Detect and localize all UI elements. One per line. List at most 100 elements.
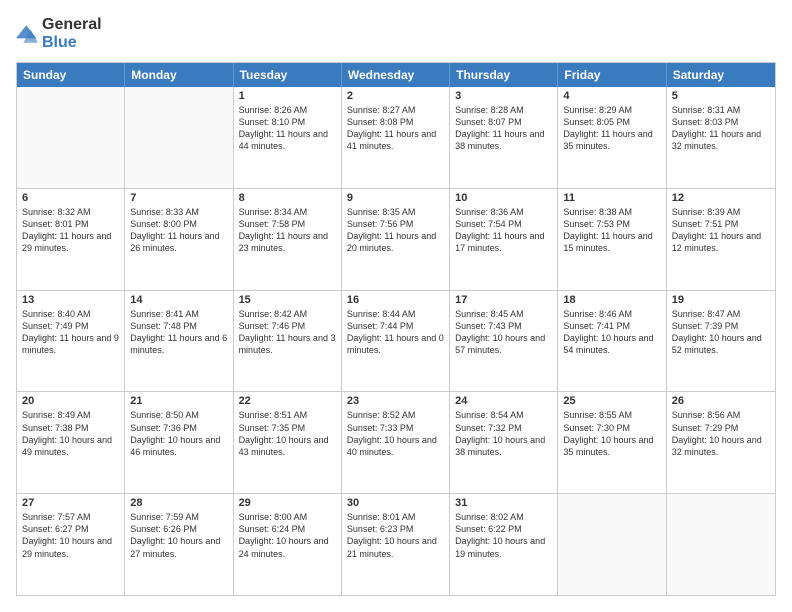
- calendar-header-row: SundayMondayTuesdayWednesdayThursdayFrid…: [17, 63, 775, 87]
- day-info: Sunrise: 7:59 AM Sunset: 6:26 PM Dayligh…: [130, 511, 227, 560]
- calendar-cell: 31 Sunrise: 8:02 AM Sunset: 6:22 PM Dayli…: [450, 494, 558, 595]
- weekday-header: Thursday: [450, 63, 558, 87]
- calendar-row: 1 Sunrise: 8:26 AM Sunset: 8:10 PM Daylig…: [17, 87, 775, 189]
- day-number: 21: [130, 395, 227, 407]
- day-info: Sunrise: 8:34 AM Sunset: 7:58 PM Dayligh…: [239, 206, 336, 255]
- calendar-cell: 6 Sunrise: 8:32 AM Sunset: 8:01 PM Daylig…: [17, 189, 125, 290]
- day-info: Sunrise: 8:44 AM Sunset: 7:44 PM Dayligh…: [347, 308, 444, 357]
- day-info: Sunrise: 8:33 AM Sunset: 8:00 PM Dayligh…: [130, 206, 227, 255]
- day-number: 27: [22, 497, 119, 509]
- day-number: 18: [563, 294, 660, 306]
- calendar-cell: 9 Sunrise: 8:35 AM Sunset: 7:56 PM Daylig…: [342, 189, 450, 290]
- logo-text: General Blue: [42, 16, 102, 52]
- day-number: 13: [22, 294, 119, 306]
- page: General Blue SundayMondayTuesdayWednesda…: [0, 0, 792, 612]
- day-number: 6: [22, 192, 119, 204]
- day-number: 16: [347, 294, 444, 306]
- calendar-cell: 3 Sunrise: 8:28 AM Sunset: 8:07 PM Daylig…: [450, 87, 558, 188]
- day-info: Sunrise: 8:27 AM Sunset: 8:08 PM Dayligh…: [347, 104, 444, 153]
- calendar-cell: 21 Sunrise: 8:50 AM Sunset: 7:36 PM Dayli…: [125, 392, 233, 493]
- day-number: 7: [130, 192, 227, 204]
- day-info: Sunrise: 8:41 AM Sunset: 7:48 PM Dayligh…: [130, 308, 227, 357]
- day-number: 9: [347, 192, 444, 204]
- day-info: Sunrise: 8:55 AM Sunset: 7:30 PM Dayligh…: [563, 409, 660, 458]
- day-number: 1: [239, 90, 336, 102]
- calendar-body: 1 Sunrise: 8:26 AM Sunset: 8:10 PM Daylig…: [17, 87, 775, 595]
- day-info: Sunrise: 8:42 AM Sunset: 7:46 PM Dayligh…: [239, 308, 336, 357]
- day-info: Sunrise: 8:47 AM Sunset: 7:39 PM Dayligh…: [672, 308, 770, 357]
- day-info: Sunrise: 8:26 AM Sunset: 8:10 PM Dayligh…: [239, 104, 336, 153]
- calendar-row: 13 Sunrise: 8:40 AM Sunset: 7:49 PM Dayli…: [17, 291, 775, 393]
- calendar-cell: 27 Sunrise: 7:57 AM Sunset: 6:27 PM Dayli…: [17, 494, 125, 595]
- calendar-row: 27 Sunrise: 7:57 AM Sunset: 6:27 PM Dayli…: [17, 494, 775, 595]
- calendar-cell: 8 Sunrise: 8:34 AM Sunset: 7:58 PM Daylig…: [234, 189, 342, 290]
- calendar-cell: 18 Sunrise: 8:46 AM Sunset: 7:41 PM Dayli…: [558, 291, 666, 392]
- day-number: 19: [672, 294, 770, 306]
- day-number: 28: [130, 497, 227, 509]
- day-number: 30: [347, 497, 444, 509]
- calendar-cell: 2 Sunrise: 8:27 AM Sunset: 8:08 PM Daylig…: [342, 87, 450, 188]
- day-number: 17: [455, 294, 552, 306]
- calendar-cell: [125, 87, 233, 188]
- header: General Blue: [16, 16, 776, 52]
- day-number: 24: [455, 395, 552, 407]
- day-info: Sunrise: 8:02 AM Sunset: 6:22 PM Dayligh…: [455, 511, 552, 560]
- calendar-cell: [667, 494, 775, 595]
- calendar-cell: 30 Sunrise: 8:01 AM Sunset: 6:23 PM Dayli…: [342, 494, 450, 595]
- day-info: Sunrise: 8:54 AM Sunset: 7:32 PM Dayligh…: [455, 409, 552, 458]
- day-number: 22: [239, 395, 336, 407]
- day-number: 11: [563, 192, 660, 204]
- day-info: Sunrise: 8:49 AM Sunset: 7:38 PM Dayligh…: [22, 409, 119, 458]
- day-info: Sunrise: 8:46 AM Sunset: 7:41 PM Dayligh…: [563, 308, 660, 357]
- day-info: Sunrise: 8:51 AM Sunset: 7:35 PM Dayligh…: [239, 409, 336, 458]
- calendar-cell: 13 Sunrise: 8:40 AM Sunset: 7:49 PM Dayli…: [17, 291, 125, 392]
- calendar: SundayMondayTuesdayWednesdayThursdayFrid…: [16, 62, 776, 596]
- day-number: 8: [239, 192, 336, 204]
- calendar-cell: 19 Sunrise: 8:47 AM Sunset: 7:39 PM Dayli…: [667, 291, 775, 392]
- day-info: Sunrise: 8:39 AM Sunset: 7:51 PM Dayligh…: [672, 206, 770, 255]
- calendar-cell: 15 Sunrise: 8:42 AM Sunset: 7:46 PM Dayli…: [234, 291, 342, 392]
- calendar-cell: 10Sunrise: 8:36 AM Sunset: 7:54 PM Dayli…: [450, 189, 558, 290]
- day-number: 23: [347, 395, 444, 407]
- day-info: Sunrise: 8:40 AM Sunset: 7:49 PM Dayligh…: [22, 308, 119, 357]
- day-number: 3: [455, 90, 552, 102]
- calendar-cell: 11Sunrise: 8:38 AM Sunset: 7:53 PM Dayli…: [558, 189, 666, 290]
- calendar-cell: 29Sunrise: 8:00 AM Sunset: 6:24 PM Dayli…: [234, 494, 342, 595]
- day-info: Sunrise: 8:29 AM Sunset: 8:05 PM Dayligh…: [563, 104, 660, 153]
- calendar-cell: 7 Sunrise: 8:33 AM Sunset: 8:00 PM Daylig…: [125, 189, 233, 290]
- calendar-cell: 24 Sunrise: 8:54 AM Sunset: 7:32 PM Dayli…: [450, 392, 558, 493]
- weekday-header: Sunday: [17, 63, 125, 87]
- day-number: 25: [563, 395, 660, 407]
- day-number: 2: [347, 90, 444, 102]
- day-number: 15: [239, 294, 336, 306]
- day-info: Sunrise: 8:45 AM Sunset: 7:43 PM Dayligh…: [455, 308, 552, 357]
- calendar-cell: 4 Sunrise: 8:29 AM Sunset: 8:05 PM Daylig…: [558, 87, 666, 188]
- day-info: Sunrise: 8:56 AM Sunset: 7:29 PM Dayligh…: [672, 409, 770, 458]
- day-info: Sunrise: 8:00 AM Sunset: 6:24 PM Dayligh…: [239, 511, 336, 560]
- calendar-cell: [17, 87, 125, 188]
- calendar-cell: 1 Sunrise: 8:26 AM Sunset: 8:10 PM Daylig…: [234, 87, 342, 188]
- calendar-cell: 12Sunrise: 8:39 AM Sunset: 7:51 PM Dayli…: [667, 189, 775, 290]
- weekday-header: Wednesday: [342, 63, 450, 87]
- calendar-cell: 25 Sunrise: 8:55 AM Sunset: 7:30 PM Dayli…: [558, 392, 666, 493]
- day-number: 4: [563, 90, 660, 102]
- calendar-cell: 22 Sunrise: 8:51 AM Sunset: 7:35 PM Dayli…: [234, 392, 342, 493]
- day-info: Sunrise: 8:50 AM Sunset: 7:36 PM Dayligh…: [130, 409, 227, 458]
- day-info: Sunrise: 8:52 AM Sunset: 7:33 PM Dayligh…: [347, 409, 444, 458]
- day-number: 31: [455, 497, 552, 509]
- calendar-cell: 20 Sunrise: 8:49 AM Sunset: 7:38 PM Dayli…: [17, 392, 125, 493]
- day-number: 14: [130, 294, 227, 306]
- day-info: Sunrise: 7:57 AM Sunset: 6:27 PM Dayligh…: [22, 511, 119, 560]
- calendar-row: 6 Sunrise: 8:32 AM Sunset: 8:01 PM Daylig…: [17, 189, 775, 291]
- day-info: Sunrise: 8:35 AM Sunset: 7:56 PM Dayligh…: [347, 206, 444, 255]
- calendar-cell: 17 Sunrise: 8:45 AM Sunset: 7:43 PM Dayli…: [450, 291, 558, 392]
- day-info: Sunrise: 8:32 AM Sunset: 8:01 PM Dayligh…: [22, 206, 119, 255]
- day-info: Sunrise: 8:01 AM Sunset: 6:23 PM Dayligh…: [347, 511, 444, 560]
- calendar-cell: 26Sunrise: 8:56 AM Sunset: 7:29 PM Dayli…: [667, 392, 775, 493]
- weekday-header: Tuesday: [234, 63, 342, 87]
- day-number: 10: [455, 192, 552, 204]
- day-info: Sunrise: 8:28 AM Sunset: 8:07 PM Dayligh…: [455, 104, 552, 153]
- day-number: 20: [22, 395, 119, 407]
- calendar-cell: [558, 494, 666, 595]
- calendar-cell: 14 Sunrise: 8:41 AM Sunset: 7:48 PM Dayli…: [125, 291, 233, 392]
